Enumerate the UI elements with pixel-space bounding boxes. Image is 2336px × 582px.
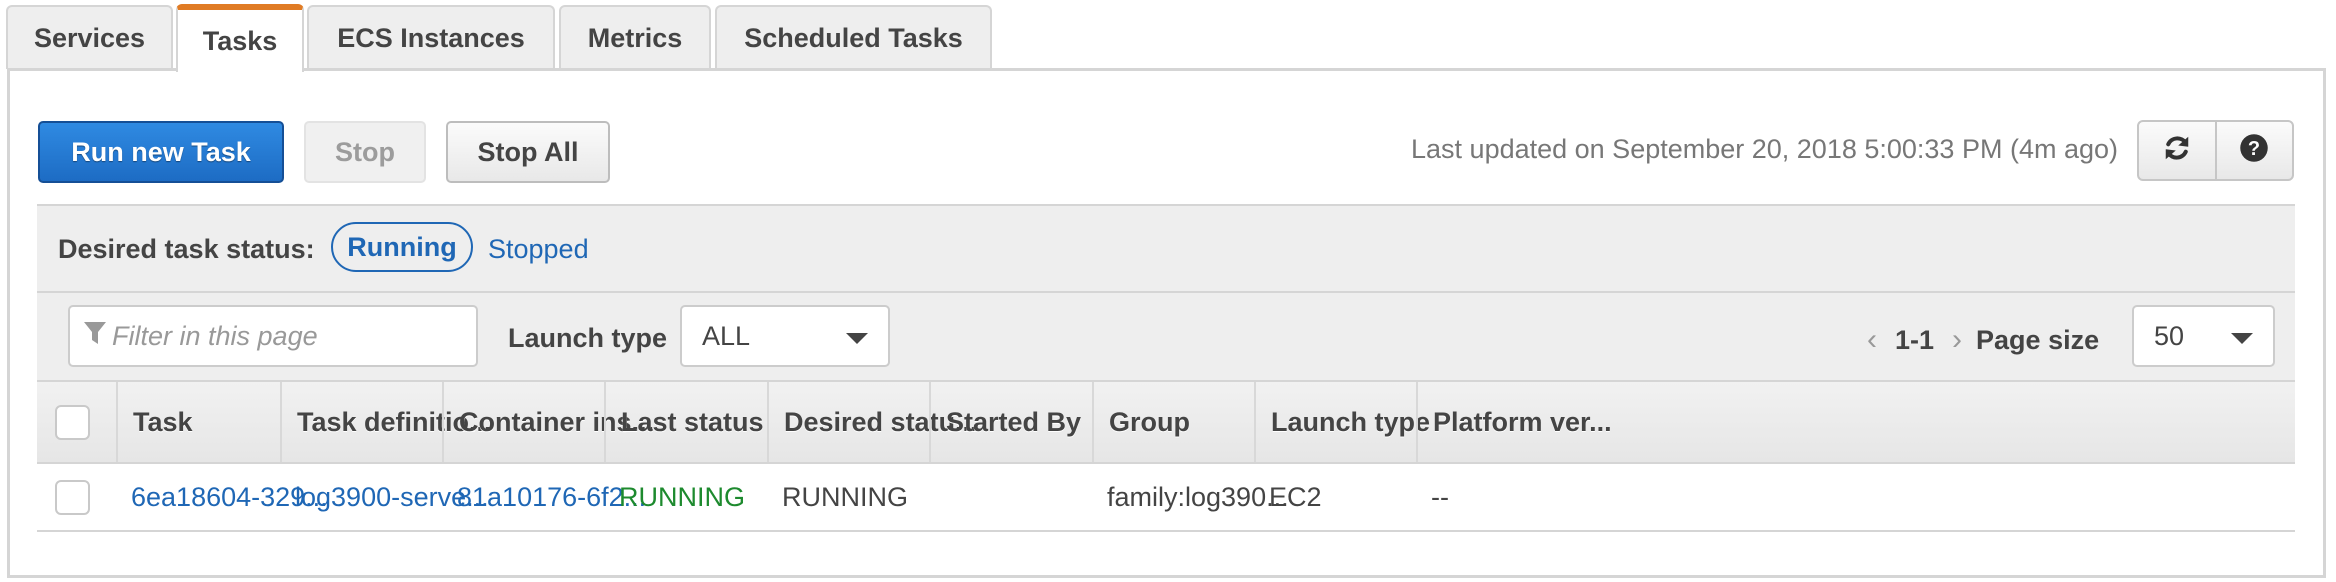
prev-page-icon[interactable]: ‹	[1867, 323, 1877, 357]
desired-status-bar: Desired task status: Running Stopped	[37, 204, 2295, 293]
refresh-button[interactable]	[2139, 122, 2215, 179]
desired-status-label: Desired task status:	[58, 234, 315, 264]
column-header-task[interactable]: Task	[116, 382, 280, 462]
row-checkbox[interactable]	[55, 480, 90, 515]
column-header-platform-version[interactable]: Platform ver...	[1416, 382, 1612, 462]
pagination: ‹ 1-1 › Page size	[1867, 323, 2099, 357]
column-header-launch-type[interactable]: Launch type	[1254, 382, 1430, 462]
tab-services[interactable]: Services	[6, 5, 173, 69]
tab-bar: Services Tasks ECS Instances Metrics Sch…	[0, 0, 2336, 72]
tab-scheduled-tasks[interactable]: Scheduled Tasks	[715, 5, 992, 69]
column-header-group[interactable]: Group	[1092, 382, 1254, 462]
last-status-value: RUNNING	[619, 481, 745, 512]
next-page-icon[interactable]: ›	[1952, 323, 1962, 357]
page-size-label: Page size	[1976, 324, 2100, 355]
run-new-task-button[interactable]: Run new Task	[38, 121, 284, 183]
started-by-value	[929, 464, 944, 530]
table-row: 6ea18604-329... log3900-serve... 81a1017…	[37, 464, 2295, 532]
filter-row: Filter in this page Launch type ALL ‹ 1-…	[37, 293, 2295, 380]
tab-ecs-instances[interactable]: ECS Instances	[307, 5, 555, 69]
help-icon: ?	[2239, 133, 2269, 168]
toolbar-icon-group: ?	[2137, 120, 2294, 181]
column-header-started-by[interactable]: Started By	[929, 382, 1092, 462]
filter-icon	[84, 321, 106, 351]
column-header-task-definition[interactable]: Task definitio...	[280, 382, 492, 462]
stop-button[interactable]: Stop	[304, 121, 426, 183]
table-header: Task Task definitio... Container ins... …	[37, 380, 2295, 464]
launch-type-label: Launch type	[508, 323, 668, 353]
status-running-toggle[interactable]: Running	[331, 222, 473, 272]
stop-all-button[interactable]: Stop All	[446, 121, 610, 183]
column-header-last-status[interactable]: Last status	[604, 382, 767, 462]
last-updated-text: Last updated on September 20, 2018 5:00:…	[1411, 134, 2118, 164]
launch-type-value: ALL	[702, 320, 751, 351]
tab-metrics[interactable]: Metrics	[559, 5, 711, 69]
column-header-desired-status[interactable]: Desired statu...	[767, 382, 978, 462]
tab-tasks[interactable]: Tasks	[176, 4, 304, 72]
chevron-down-icon	[846, 333, 868, 344]
page-range: 1-1	[1895, 324, 1935, 355]
select-all-checkbox[interactable]	[55, 405, 90, 440]
chevron-down-icon	[2231, 333, 2253, 344]
page-size-select[interactable]: 50	[2132, 305, 2275, 367]
refresh-icon	[2162, 133, 2192, 168]
status-stopped-toggle[interactable]: Stopped	[488, 234, 589, 265]
launch-type-select[interactable]: ALL	[680, 305, 890, 367]
page-size-value: 50	[2154, 320, 2185, 351]
platform-version-value: --	[1431, 481, 1449, 512]
filter-input[interactable]: Filter in this page	[68, 305, 478, 367]
launch-type-value-cell: EC2	[1269, 481, 1322, 512]
svg-text:?: ?	[2248, 138, 2260, 160]
filter-placeholder: Filter in this page	[112, 320, 318, 351]
column-header-container-instance[interactable]: Container ins...	[442, 382, 654, 462]
desired-status-value: RUNNING	[782, 481, 908, 512]
help-button[interactable]: ?	[2214, 122, 2293, 179]
